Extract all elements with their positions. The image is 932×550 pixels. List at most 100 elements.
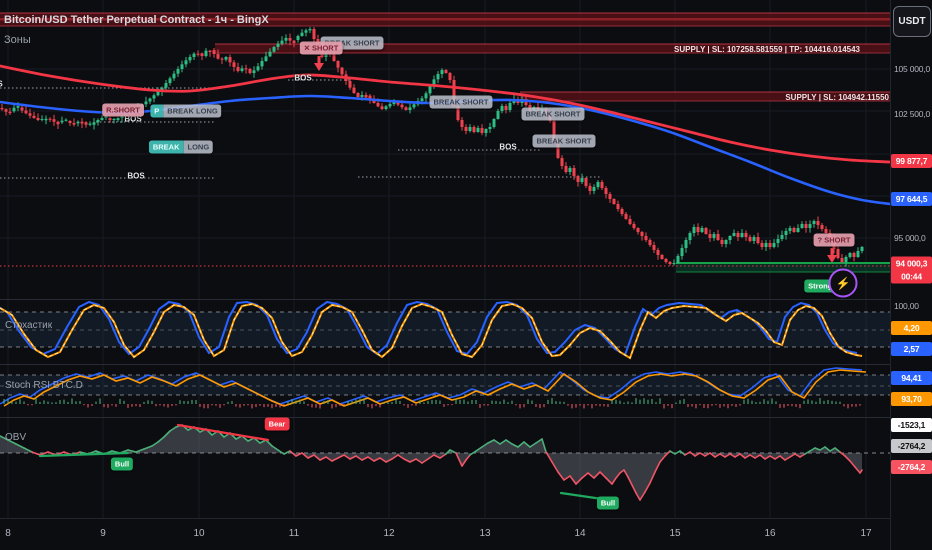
- price-chart-canvas[interactable]: [0, 0, 890, 518]
- lightning-signal-icon[interactable]: ⚡: [828, 268, 858, 298]
- time-axis-label: 10: [193, 528, 205, 539]
- signal-marker-chip[interactable]: BREAK SHORT: [532, 134, 596, 148]
- marker-text: R.SHORT: [102, 103, 144, 117]
- stochrsi-histogram-bar: [111, 404, 113, 406]
- stochrsi-histogram-bar: [547, 399, 549, 404]
- stochrsi-histogram-bar: [567, 404, 569, 406]
- signal-marker-chip[interactable]: R.SHORT: [102, 103, 144, 117]
- stochrsi-histogram-bar: [171, 404, 173, 407]
- candle-body: [696, 227, 700, 232]
- stochrsi-histogram-bar: [755, 402, 757, 404]
- candle-body: [636, 228, 640, 232]
- stochrsi-histogram-bar: [479, 404, 481, 408]
- candle-body: [232, 62, 236, 67]
- stochrsi-histogram-bar: [119, 398, 121, 404]
- stochrsi-histogram-bar: [807, 399, 809, 404]
- signal-marker-chip[interactable]: BREAK SHORT: [429, 95, 493, 109]
- candle-body: [420, 98, 424, 101]
- candle-body: [640, 232, 644, 236]
- stochrsi-histogram-bar: [467, 401, 469, 404]
- signal-marker-chip[interactable]: P BREAK LONG: [150, 104, 222, 118]
- down-arrow-icon: [314, 63, 324, 71]
- stochrsi-histogram-bar: [83, 404, 85, 406]
- candle-body: [764, 243, 768, 247]
- stochrsi-histogram-bar: [635, 398, 637, 404]
- candle-body: [52, 119, 56, 122]
- signal-marker-chip[interactable]: Bear: [264, 417, 290, 431]
- candle-body: [816, 221, 820, 225]
- candle-body: [564, 166, 568, 172]
- stochrsi-histogram-bar: [311, 404, 313, 408]
- candle-body: [252, 70, 256, 73]
- stochrsi-histogram-bar: [35, 398, 37, 404]
- stochrsi-histogram-bar: [439, 400, 441, 404]
- stochrsi-histogram-bar: [423, 402, 425, 404]
- obv-pane-label[interactable]: OBV: [5, 432, 26, 443]
- marker-text: BREAK LONG: [163, 104, 222, 118]
- stochrsi-histogram-bar: [55, 402, 57, 404]
- stochrsi-histogram-bar: [231, 401, 233, 404]
- stochrsi-histogram-bar: [431, 400, 433, 404]
- signal-marker-chip[interactable]: BREAK LONG: [148, 140, 214, 154]
- stochrsi-histogram-bar: [179, 400, 181, 404]
- price-axis-tick: 102 500,0: [894, 109, 931, 119]
- stochrsi-histogram-bar: [507, 402, 509, 404]
- stochrsi-histogram-bar: [427, 400, 429, 404]
- currency-toggle-button[interactable]: USDT: [893, 6, 931, 37]
- stochrsi-histogram-bar: [395, 398, 397, 404]
- signal-marker-chip[interactable]: ? SHORT: [813, 233, 855, 247]
- stochrsi-histogram-bar: [475, 400, 477, 404]
- candle-body: [188, 57, 192, 61]
- candle-body: [692, 227, 696, 233]
- stochrsi-histogram-bar: [847, 404, 849, 409]
- stochrsi-histogram-bar: [795, 404, 797, 407]
- price-value-chip: -1523,1: [891, 418, 932, 432]
- stochrsi-histogram-bar: [643, 398, 645, 404]
- time-axis-label: 9: [100, 528, 106, 539]
- stochrsi-histogram-bar: [291, 399, 293, 404]
- candle-body: [664, 259, 668, 262]
- candle-body: [704, 228, 708, 234]
- signal-marker-chip[interactable]: ✕ SHORT: [299, 41, 343, 55]
- stochrsi-histogram-bar: [699, 404, 701, 406]
- demand-zone[interactable]: [676, 263, 890, 272]
- time-axis[interactable]: 8 9 10 11 12 13 14 15 16 17: [0, 518, 890, 550]
- candle-body: [728, 236, 732, 240]
- signal-marker-chip[interactable]: BREAK SHORT: [521, 107, 585, 121]
- signal-marker-chip[interactable]: Bull: [596, 496, 620, 510]
- candle-body: [680, 248, 684, 256]
- candle-body: [584, 178, 588, 186]
- stochrsi-histogram-bar: [195, 400, 197, 404]
- stochrsi-histogram-bar: [771, 398, 773, 404]
- stochrsi-histogram-bar: [559, 401, 561, 404]
- candle-body: [760, 243, 764, 247]
- marker-text: BREAK SHORT: [532, 134, 596, 148]
- stochrsi-histogram-bar: [327, 399, 329, 404]
- candle-body: [256, 66, 260, 71]
- candle-body: [292, 40, 296, 43]
- stochrsi-pane-label[interactable]: Stoch RSI BTC.D: [5, 380, 83, 391]
- stochrsi-histogram-bar: [147, 400, 149, 404]
- candle-body: [508, 103, 512, 110]
- stochrsi-histogram-bar: [331, 404, 333, 409]
- candle-body: [460, 120, 464, 127]
- candle-body: [612, 199, 616, 204]
- stochrsi-histogram-bar: [275, 404, 277, 408]
- price-axis[interactable]: USDT 105 000,0 102 500,0 95 000,0 100,00 99…: [890, 0, 932, 550]
- stochastic-pane-label[interactable]: Стохастик: [5, 320, 52, 331]
- stochrsi-histogram-bar: [435, 399, 437, 404]
- stochrsi-histogram-bar: [595, 404, 597, 406]
- price-axis-tick: 100,00: [894, 301, 919, 311]
- candle-body: [308, 29, 312, 31]
- candle-body: [56, 121, 60, 125]
- symbol-title[interactable]: Bitcoin/USD Tether Perpetual Contract - …: [4, 14, 269, 26]
- zones-indicator-label[interactable]: Зоны: [4, 34, 31, 46]
- candle-body: [444, 70, 448, 73]
- marker-text: ? SHORT: [813, 233, 855, 247]
- signal-marker-chip[interactable]: Bull: [110, 457, 134, 471]
- candle-body: [380, 106, 384, 109]
- marker-text: P: [150, 104, 164, 118]
- stochrsi-histogram-bar: [551, 398, 553, 404]
- candle-body: [32, 115, 36, 118]
- candle-body: [248, 69, 252, 73]
